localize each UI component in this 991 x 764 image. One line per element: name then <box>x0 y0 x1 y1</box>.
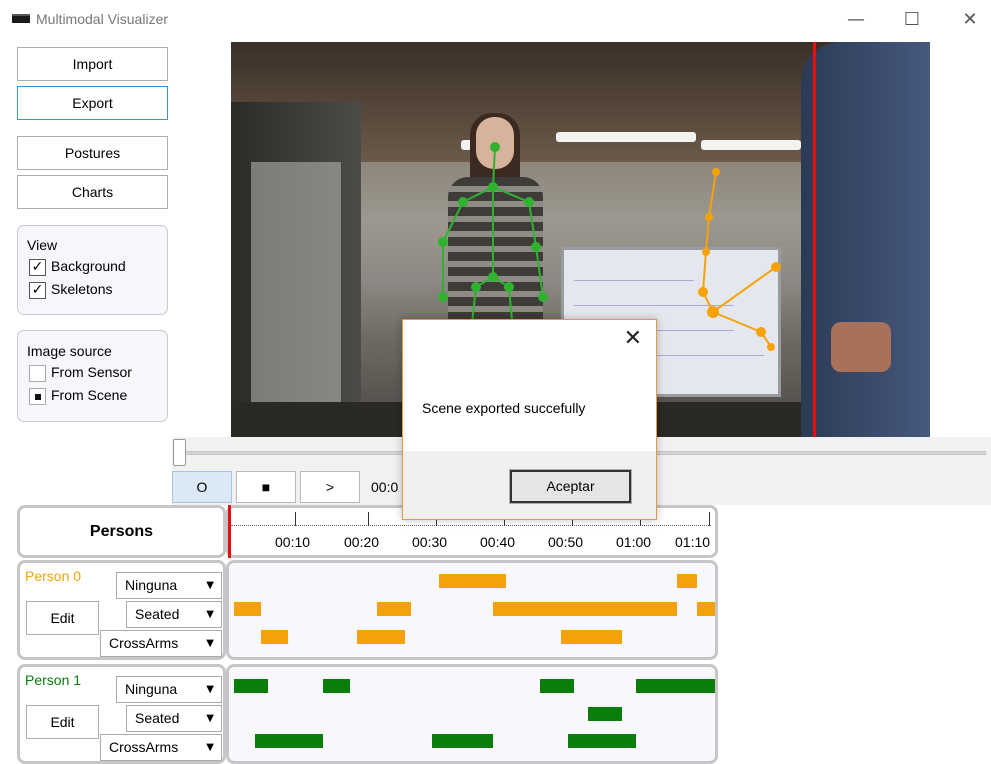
timeline-red-marker <box>228 505 231 558</box>
postures-button[interactable]: Postures <box>17 136 168 170</box>
chevron-down-icon: ▼ <box>206 742 214 753</box>
posture-bar <box>255 734 323 748</box>
tick-label: 00:20 <box>344 534 380 550</box>
export-button[interactable]: Export <box>17 86 168 120</box>
from-scene-label: From Scene <box>51 387 128 403</box>
posture-combo-1[interactable]: Ninguna ▼ <box>116 572 222 599</box>
person-name: Person 0 <box>25 568 82 584</box>
view-group: View ✓ Background ✓ Skeletons <box>17 225 168 315</box>
posture-bar <box>697 602 715 616</box>
maximize-button[interactable]: ☐ <box>892 6 932 34</box>
posture-bar <box>588 707 622 721</box>
from-scene-radio[interactable] <box>29 388 46 405</box>
tick-label: 00:10 <box>275 534 311 550</box>
posture-bar <box>561 630 622 644</box>
tick-label: 00:30 <box>412 534 448 550</box>
skeletons-label: Skeletons <box>51 281 113 297</box>
posture-combo-1[interactable]: Ninguna ▼ <box>116 676 222 703</box>
persons-header: Persons <box>17 505 226 558</box>
posture-bar <box>439 574 506 588</box>
posture-bar <box>568 734 636 748</box>
title-bar: Multimodal Visualizer — ☐ ✕ <box>0 0 991 42</box>
view-group-title: View <box>27 237 58 253</box>
person-panel: Person 1 Ninguna ▼ Seated ▼ CrossArms ▼ Edi… <box>17 664 226 764</box>
export-dialog: ✕ Scene exported succefully Aceptar <box>402 319 657 520</box>
dialog-message: Scene exported succefully <box>422 400 586 416</box>
posture-combo-2[interactable]: Seated ▼ <box>126 601 222 628</box>
posture-bar <box>234 602 261 616</box>
close-window-button[interactable]: ✕ <box>950 6 990 34</box>
import-button[interactable]: Import <box>17 47 168 81</box>
chevron-down-icon: ▼ <box>206 713 214 724</box>
chevron-down-icon: ▼ <box>206 580 214 591</box>
posture-bar <box>377 602 411 616</box>
person-0-track <box>226 560 718 660</box>
from-sensor-label: From Sensor <box>51 364 132 380</box>
stop-button[interactable]: ■ <box>236 471 296 503</box>
tick-label: 00:50 <box>548 534 584 550</box>
posture-bar <box>432 734 493 748</box>
window-title: Multimodal Visualizer <box>36 11 169 27</box>
tick-label: 01:10 <box>675 534 711 550</box>
seek-slider-thumb[interactable] <box>173 439 186 466</box>
minimize-button[interactable]: — <box>836 6 876 34</box>
posture-combo-2[interactable]: Seated ▼ <box>126 705 222 732</box>
dialog-close-button[interactable]: ✕ <box>624 326 642 351</box>
app-icon <box>12 14 30 23</box>
chevron-down-icon: ▼ <box>206 638 214 649</box>
play-button[interactable]: > <box>300 471 360 503</box>
video-red-marker <box>813 42 816 437</box>
posture-bar <box>234 679 268 693</box>
chevron-down-icon: ▼ <box>206 609 214 620</box>
tick-label: 00:40 <box>480 534 516 550</box>
posture-bar <box>540 679 574 693</box>
chevron-down-icon: ▼ <box>206 684 214 695</box>
edit-button[interactable]: Edit <box>26 601 99 635</box>
charts-button[interactable]: Charts <box>17 175 168 209</box>
posture-bar <box>636 679 715 693</box>
image-source-group: Image source From Sensor From Scene <box>17 330 168 422</box>
from-sensor-radio[interactable] <box>29 365 46 382</box>
posture-combo-3[interactable]: CrossArms ▼ <box>100 734 222 761</box>
person-name: Person 1 <box>25 672 82 688</box>
posture-bar <box>677 574 697 588</box>
posture-bar <box>493 602 677 616</box>
current-time: 00:0 <box>371 479 399 495</box>
background-label: Background <box>51 258 126 274</box>
posture-combo-3[interactable]: CrossArms ▼ <box>100 630 222 657</box>
skeletons-checkbox[interactable]: ✓ <box>29 282 46 299</box>
tick-label: 01:00 <box>616 534 652 550</box>
image-source-title: Image source <box>27 343 112 359</box>
dialog-ok-button[interactable]: Aceptar <box>509 469 632 504</box>
edit-button[interactable]: Edit <box>26 705 99 739</box>
posture-bar <box>323 679 350 693</box>
background-checkbox[interactable]: ✓ <box>29 259 46 276</box>
person-panel: Person 0 Ninguna ▼ Seated ▼ CrossArms ▼ Edi… <box>17 560 226 660</box>
person-1-track <box>226 664 718 764</box>
posture-bar <box>261 630 288 644</box>
posture-bar <box>357 630 405 644</box>
dialog-footer: Aceptar <box>403 451 656 519</box>
record-button[interactable]: O <box>172 471 232 503</box>
